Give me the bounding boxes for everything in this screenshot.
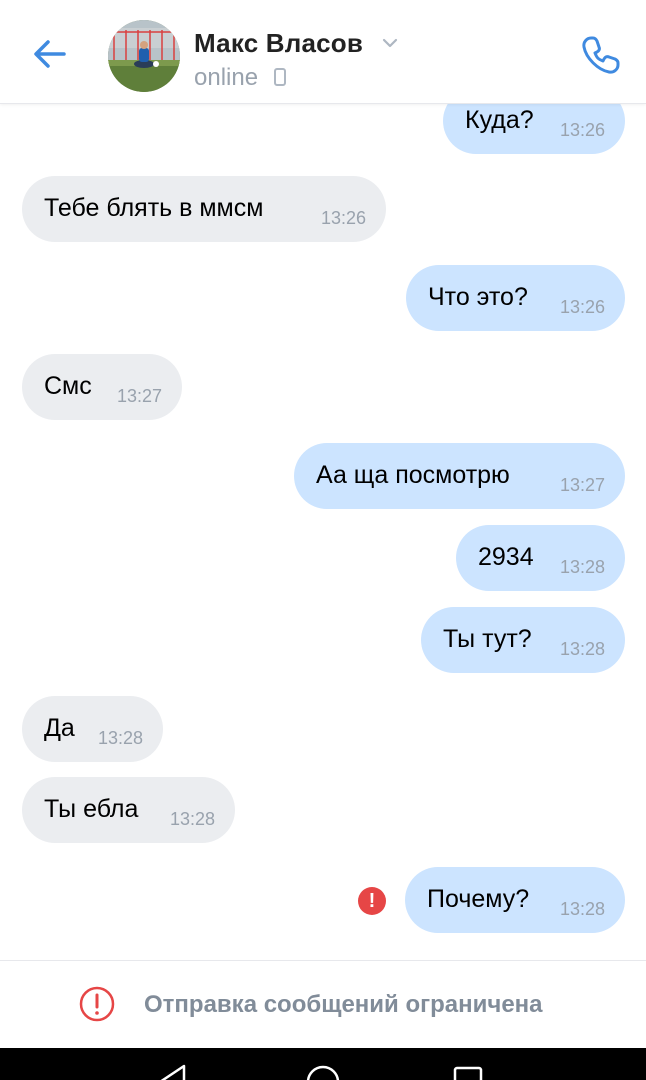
message-text: Тебе блять в ммсм (44, 194, 264, 222)
message-time: 13:28 (559, 639, 605, 659)
chat-header: Макс Власов online (0, 0, 646, 104)
chevron-down-icon[interactable] (380, 36, 400, 50)
message-bubble-in[interactable]: Смс 13:27 (22, 354, 182, 420)
message-time: 13:28 (97, 728, 143, 748)
message-time: 13:28 (559, 557, 605, 577)
nav-back-icon[interactable] (152, 1062, 192, 1080)
message-bubble-out[interactable]: Аа ща посмотрю 13:27 (294, 443, 625, 509)
contact-name[interactable]: Макс Власов (194, 28, 363, 59)
restriction-notice: Отправка сообщений ограничена (0, 960, 646, 1048)
message-text: Почему? (427, 885, 530, 913)
message-list[interactable]: Куда? 13:26 Тебе блять в ммсм 13:26 Что … (0, 0, 646, 960)
message-text: Ты тут? (443, 625, 532, 653)
message-bubble-out[interactable]: Почему? 13:28 (405, 867, 625, 933)
message-time: 13:27 (559, 475, 605, 495)
nav-home-icon[interactable] (303, 1062, 343, 1080)
message-time: 13:26 (320, 208, 366, 228)
message-bubble-out[interactable]: Что это? 13:26 (406, 265, 625, 331)
message-text: Что это? (428, 283, 528, 311)
message-text: Да (44, 714, 75, 742)
message-time: 13:26 (559, 120, 605, 140)
message-time: 13:28 (169, 809, 215, 829)
warning-circle-icon (79, 986, 115, 1022)
restriction-text: Отправка сообщений ограничена (144, 991, 543, 1018)
phone-device-icon (274, 68, 286, 86)
message-bubble-in[interactable]: Тебе блять в ммсм 13:26 (22, 176, 386, 242)
call-icon[interactable] (576, 30, 626, 80)
message-time: 13:28 (559, 899, 605, 919)
back-arrow-icon[interactable] (26, 30, 74, 78)
message-time: 13:27 (116, 386, 162, 406)
message-time: 13:26 (559, 297, 605, 317)
message-text: Смс (44, 372, 92, 400)
message-bubble-in[interactable]: Ты ебла 13:28 (22, 777, 235, 843)
message-text: Ты ебла (44, 795, 139, 823)
message-text: 2934 (478, 543, 534, 571)
message-bubble-out[interactable]: 2934 13:28 (456, 525, 625, 591)
send-error-icon[interactable]: ! (358, 887, 386, 915)
online-status: online (194, 64, 259, 91)
message-text: Аа ща посмотрю (316, 461, 510, 489)
system-navigation-bar (0, 1048, 646, 1080)
nav-recents-icon[interactable] (448, 1062, 488, 1080)
message-bubble-in[interactable]: Да 13:28 (22, 696, 163, 762)
message-text: Куда? (465, 106, 534, 134)
message-bubble-out[interactable]: Ты тут? 13:28 (421, 607, 625, 673)
avatar[interactable] (108, 20, 180, 92)
